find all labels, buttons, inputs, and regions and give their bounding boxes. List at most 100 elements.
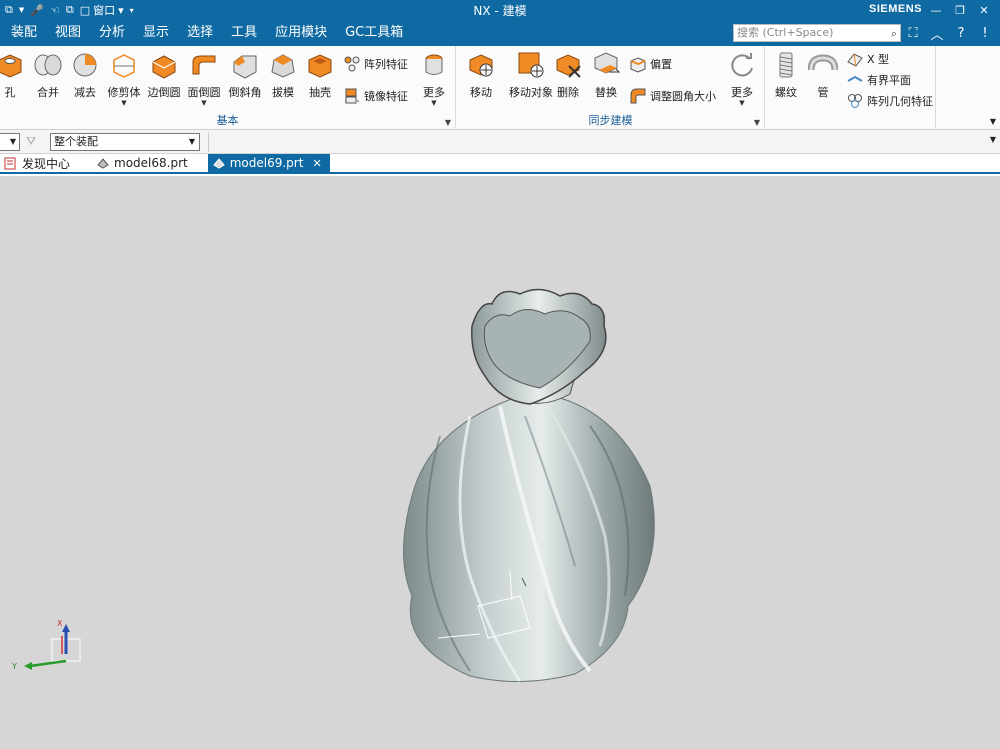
bounded-plane-button[interactable]: 有界平面 — [846, 70, 911, 90]
selection-scope-dropdown[interactable]: 整个装配 ▼ — [50, 133, 200, 151]
tube-icon — [808, 54, 838, 71]
triad-x-label: X — [57, 619, 63, 628]
menu-display[interactable]: 显示 — [134, 20, 178, 46]
customize-arrow-icon[interactable]: ▾ — [127, 1, 137, 19]
basic-more-label: 更多 — [423, 86, 445, 99]
chamfer-icon — [233, 55, 257, 79]
basic-more-button[interactable]: 更多 ▼ — [414, 50, 454, 107]
tab-label: model68.prt — [114, 156, 188, 170]
restore-icon[interactable]: ❐ — [948, 4, 972, 17]
thread-button[interactable]: 螺纹 — [766, 50, 806, 100]
filter-icon[interactable]: ⛛ — [26, 134, 44, 150]
draft-label: 拔模 — [272, 86, 294, 99]
face-blend-button[interactable]: 面倒圆 ▼ — [184, 50, 224, 107]
window-controls: — ❐ ✕ — [924, 0, 996, 20]
hole-button[interactable]: 孔 — [0, 50, 30, 100]
shell-button[interactable]: 抽壳 — [300, 50, 340, 100]
quick-access-toolbar: ⧉ ▼ 🎤 ☜ ⧉ □ 窗口 ▾ ▾ — [0, 0, 137, 20]
chevron-down-icon: ▼ — [188, 137, 195, 146]
x-form-button[interactable]: X 型 — [846, 49, 889, 69]
part-file-icon — [212, 158, 225, 169]
subtract-button[interactable]: 减去 — [65, 50, 105, 100]
move-object-label: 移动对象 — [509, 86, 553, 99]
edge-blend-button[interactable]: 边倒圆 — [144, 50, 184, 100]
trim-body-label: 修剪体 — [107, 86, 141, 99]
unite-icon — [34, 54, 62, 76]
menu-applications[interactable]: 应用模块 — [266, 20, 336, 46]
collapse-ribbon-icon[interactable]: ︿ — [928, 23, 946, 43]
unite-button[interactable]: 合并 — [28, 50, 68, 100]
resize-blend-icon — [630, 88, 646, 104]
mirror-feature-icon — [345, 88, 359, 104]
resize-blend-button[interactable]: 调整圆角大小 — [629, 86, 716, 106]
offset-region-label: 偏置 — [650, 58, 672, 71]
search-icon[interactable]: ⌕ — [891, 26, 897, 42]
menu-analysis[interactable]: 分析 — [90, 20, 134, 46]
minimize-icon[interactable]: — — [924, 4, 948, 17]
pattern-geometry-button[interactable]: 阵列几何特征 — [846, 91, 933, 111]
menu-gc-toolbox[interactable]: GC工具箱 — [336, 20, 412, 46]
menu-bar: 装配 视图 分析 显示 选择 工具 应用模块 GC工具箱 搜索 (Ctrl+Sp… — [0, 20, 1000, 46]
ribbon: 孔 合并 减去 修剪体 ▼ 边倒圆 面倒圆 ▼ 倒斜角 拔模 抽壳 阵列特征 镜… — [0, 46, 1000, 130]
brand-logo: SIEMENS — [868, 3, 922, 15]
graphics-viewport[interactable]: X Y — [0, 176, 1000, 749]
replace-face-icon — [594, 52, 621, 74]
shell-icon — [308, 54, 332, 78]
trim-body-dropdown-icon[interactable]: ▼ — [104, 100, 144, 107]
fullscreen-icon[interactable]: ⛶ — [904, 23, 922, 43]
menu-view[interactable]: 视图 — [46, 20, 90, 46]
replace-face-button[interactable]: 替换 — [586, 50, 626, 100]
basic-group-expand-icon[interactable]: ▼ — [445, 118, 451, 127]
tab-model69[interactable]: model69.prt ✕ — [207, 154, 330, 172]
ribbon-group-label-basic: 基本 — [216, 114, 239, 127]
menu-select[interactable]: 选择 — [178, 20, 222, 46]
draft-button[interactable]: 拔模 — [263, 50, 303, 100]
mirror-feature-button[interactable]: 镜像特征 — [343, 86, 408, 106]
subtract-icon — [73, 53, 97, 77]
switch-window-icon[interactable]: ⧉ — [63, 1, 77, 19]
window-menu[interactable]: □ 窗口 ▾ — [77, 1, 127, 19]
type-filter-dropdown[interactable]: ▼ — [0, 133, 20, 151]
delete-face-button[interactable]: 删除 — [548, 50, 588, 100]
sync-more-dropdown-icon[interactable]: ▼ — [722, 100, 762, 107]
menu-tools[interactable]: 工具 — [222, 20, 266, 46]
dropdown-arrow-icon[interactable]: ▼ — [16, 1, 27, 19]
chamfer-button[interactable]: 倒斜角 — [225, 50, 265, 100]
draft-icon — [271, 54, 295, 78]
ribbon-group-sync: 移动 移动对象 删除 替换 偏置 调整圆角大小 更多 ▼ 同步建模 ▼ — [457, 46, 765, 130]
selection-scope-value: 整个装配 — [54, 135, 98, 148]
close-icon[interactable]: ✕ — [972, 4, 996, 17]
face-blend-dropdown-icon[interactable]: ▼ — [184, 100, 224, 107]
basic-more-dropdown-icon[interactable]: ▼ — [414, 100, 454, 107]
part-file-icon — [97, 158, 109, 169]
start-menu-icon[interactable]: ⧉ — [2, 1, 16, 19]
trim-body-button[interactable]: 修剪体 ▼ — [104, 50, 144, 107]
pattern-feature-button[interactable]: 阵列特征 — [343, 54, 408, 74]
selection-bar-overflow-icon[interactable]: ▼ — [990, 135, 996, 144]
shell-label: 抽壳 — [309, 86, 331, 99]
move-face-button[interactable]: 移动 — [461, 50, 501, 100]
document-tabs: 发现中心 model68.prt model69.prt ✕ — [0, 154, 1000, 174]
offset-region-button[interactable]: 偏置 — [629, 54, 672, 74]
unite-label: 合并 — [37, 86, 59, 99]
x-form-label: X 型 — [867, 53, 890, 66]
window-menu-label: 窗口 — [93, 4, 116, 17]
move-object-icon — [518, 52, 544, 78]
help-icon[interactable]: ? — [952, 23, 970, 43]
title-bar: ⧉ ▼ 🎤 ☜ ⧉ □ 窗口 ▾ ▾ NX - 建模 SIEMENS — ❐ ✕ — [0, 0, 1000, 20]
tab-model68[interactable]: model68.prt — [92, 154, 196, 172]
alert-icon[interactable]: ! — [976, 23, 994, 43]
tube-button[interactable]: 管 — [803, 50, 843, 100]
command-search-input[interactable]: 搜索 (Ctrl+Space) ⌕ — [733, 24, 901, 42]
touch-mode-icon[interactable]: ☜ — [47, 1, 63, 19]
tab-discovery-center[interactable]: 发现中心 — [0, 154, 78, 172]
vase-model[interactable] — [0, 176, 1000, 749]
microphone-icon[interactable]: 🎤 — [27, 1, 47, 19]
sync-more-button[interactable]: 更多 ▼ — [722, 50, 762, 107]
resize-blend-label: 调整圆角大小 — [650, 90, 716, 103]
ribbon-overflow-icon[interactable]: ▼ — [990, 117, 996, 126]
close-tab-icon[interactable]: ✕ — [312, 157, 321, 170]
edge-blend-icon — [152, 55, 176, 79]
menu-assembly[interactable]: 装配 — [2, 20, 46, 46]
sync-group-expand-icon[interactable]: ▼ — [754, 118, 760, 127]
